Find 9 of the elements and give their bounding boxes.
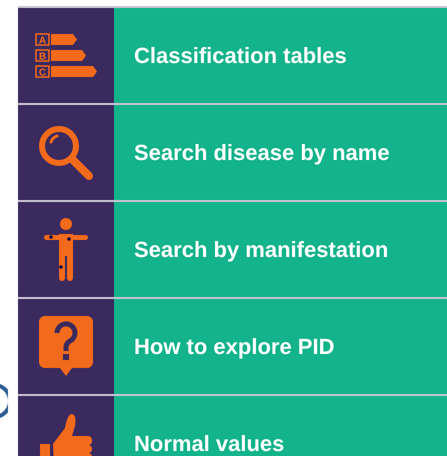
- menu-item[interactable]: Normal values: [114, 396, 447, 456]
- arc-icon: [0, 383, 8, 419]
- person-icon: [43, 216, 89, 282]
- menu-item[interactable]: Classification tables: [114, 8, 447, 103]
- menu-item[interactable]: How to explore PID: [114, 299, 447, 394]
- question-bubble-icon: [39, 316, 93, 378]
- menu-item[interactable]: Search by manifestation: [114, 202, 447, 297]
- thumbs-up-icon: [38, 414, 94, 456]
- menu-item[interactable]: Search disease by name: [114, 105, 447, 200]
